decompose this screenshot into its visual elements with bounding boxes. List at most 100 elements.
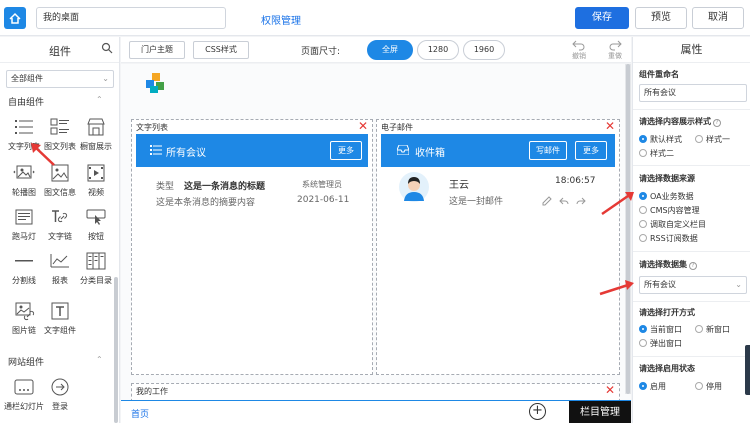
write-mail-button[interactable]: 写邮件: [529, 141, 567, 160]
style-option-default[interactable]: 默认样式: [639, 134, 682, 145]
close-icon[interactable]: ✕: [358, 119, 368, 133]
widget-header-bar: 所有会议 更多: [136, 134, 368, 167]
component-label: 文字组件: [44, 326, 76, 335]
enable-option-off[interactable]: 停用: [695, 381, 722, 392]
category-select[interactable]: 全部组件 ⌄: [6, 70, 114, 88]
source-label: 请选择数据来源: [639, 174, 695, 183]
close-icon[interactable]: ✕: [605, 383, 615, 397]
radio-dot: [639, 234, 647, 242]
item-date: 2021-06-11: [297, 195, 350, 205]
edit-icon[interactable]: [542, 196, 552, 206]
add-column-icon[interactable]: +: [529, 403, 546, 420]
style-option-1[interactable]: 样式一: [695, 134, 730, 145]
section-free-components[interactable]: 自由组件: [8, 95, 44, 108]
inbox-icon: [397, 145, 409, 155]
search-icon[interactable]: [101, 42, 113, 54]
open-option-current[interactable]: 当前窗口: [639, 324, 682, 335]
size-option-1280[interactable]: 1280: [417, 40, 459, 60]
portal-theme-button[interactable]: 门户主题: [129, 41, 185, 59]
source-option-oa[interactable]: OA业务数据: [639, 191, 694, 202]
component-label: 登录: [52, 402, 68, 411]
more-button[interactable]: 更多: [330, 141, 362, 160]
component-button[interactable]: 按钮: [78, 207, 114, 242]
source-option-cms[interactable]: CMS内容管理: [639, 205, 700, 216]
banner-slide-icon: [14, 379, 34, 395]
reply-icon[interactable]: [559, 196, 569, 206]
style-label: 请选择内容展示样式?: [639, 116, 721, 127]
enable-label: 请选择启用状态: [639, 364, 695, 373]
item-title[interactable]: 这是一条消息的标题: [184, 179, 265, 192]
marquee-icon: [15, 209, 33, 225]
style-option-2[interactable]: 样式二: [639, 148, 674, 159]
help-icon[interactable]: ?: [713, 119, 721, 127]
section-site-components[interactable]: 网站组件: [8, 355, 44, 368]
button-icon: [86, 209, 106, 225]
chevron-down-icon: ⌄: [735, 280, 742, 289]
enable-option-on[interactable]: 启用: [639, 381, 666, 392]
cancel-button[interactable]: 取消: [692, 7, 744, 29]
text-component-icon: [51, 302, 69, 320]
source-option-rss[interactable]: RSS订阅数据: [639, 233, 698, 244]
chevron-down-icon: ⌄: [102, 74, 109, 83]
properties-panel-title: 属性: [633, 37, 750, 63]
permission-manage-link[interactable]: 权限管理: [261, 12, 301, 27]
redo-icon: [609, 40, 622, 51]
dataset-select[interactable]: 所有会议 ⌄: [639, 276, 747, 294]
component-login[interactable]: 登录: [42, 377, 78, 412]
radio-dot: [639, 206, 647, 214]
open-option-popup[interactable]: 弹出窗口: [639, 338, 682, 349]
save-button[interactable]: 保存: [575, 7, 629, 29]
undo-button[interactable]: 撤销: [565, 39, 593, 61]
open-option-new[interactable]: 新窗口: [695, 324, 730, 335]
dataset-select-value: 所有会议: [644, 280, 676, 289]
page-title-input[interactable]: 我的桌面: [36, 7, 226, 29]
redo-label: 重做: [608, 52, 622, 60]
left-scrollbar[interactable]: [114, 277, 118, 423]
preview-button[interactable]: 预览: [635, 7, 687, 29]
mail-widget[interactable]: 电子邮件 ✕ 收件箱 写邮件 更多 王云 18:06:57 这是一封邮件: [376, 119, 620, 375]
help-icon[interactable]: ?: [689, 262, 697, 270]
tab-home[interactable]: 首页: [131, 407, 149, 420]
component-showcase[interactable]: 橱窗展示: [78, 117, 114, 152]
annotation-arrow-icon: [31, 143, 55, 166]
category-icon: [86, 252, 106, 270]
panel-edge-handle[interactable]: [745, 345, 750, 395]
text-list-icon: [15, 120, 33, 134]
component-video[interactable]: 视频: [78, 163, 114, 198]
radio-dot: [639, 220, 647, 228]
category-select-value: 全部组件: [11, 74, 43, 83]
app-logo-icon: [146, 73, 164, 93]
mail-sender: 王云: [449, 180, 469, 191]
rename-input[interactable]: 所有会议: [639, 84, 747, 102]
top-bar: 我的桌面 权限管理 保存 预览 取消: [0, 0, 750, 36]
forward-icon[interactable]: [576, 196, 586, 206]
widget-header-title: 所有会议: [166, 148, 206, 159]
widget-header-title: 收件箱: [415, 148, 445, 159]
divider: [633, 109, 750, 110]
component-text-component[interactable]: 文字组件: [42, 301, 78, 336]
chevron-up-icon[interactable]: ⌃: [96, 95, 103, 104]
canvas-scrollbar[interactable]: [625, 64, 631, 394]
home-logo-icon[interactable]: [4, 7, 26, 29]
mail-content[interactable]: 这是一封邮件: [449, 194, 503, 207]
css-style-button[interactable]: CSS样式: [193, 41, 249, 59]
divider: [633, 356, 750, 357]
radio-dot: [695, 382, 703, 390]
radio-dot: [639, 382, 647, 390]
annotation-arrow-icon: [601, 192, 634, 216]
size-option-fullscreen[interactable]: 全屏: [367, 40, 413, 60]
size-option-1960[interactable]: 1960: [463, 40, 505, 60]
chevron-up-icon[interactable]: ⌃: [96, 355, 103, 364]
component-category[interactable]: 分类目录: [78, 251, 114, 286]
radio-dot: [639, 149, 647, 157]
more-button[interactable]: 更多: [575, 141, 607, 160]
source-option-custom[interactable]: 调取自定义栏目: [639, 219, 706, 230]
component-label: 视频: [88, 188, 104, 197]
close-icon[interactable]: ✕: [605, 119, 615, 133]
canvas-toolbar: 门户主题 CSS样式 页面尺寸: 全屏 1280 1960 撤销 重做: [121, 37, 631, 63]
column-manage-button[interactable]: 栏目管理: [569, 401, 631, 423]
redo-button[interactable]: 重做: [601, 39, 629, 61]
text-list-widget[interactable]: 文字列表 ✕ 所有会议 更多 类型 这是一条消息的标题 系统管理员 这是本条消息…: [131, 119, 373, 375]
radio-dot: [695, 135, 703, 143]
canvas-scroll-thumb[interactable]: [626, 64, 630, 394]
